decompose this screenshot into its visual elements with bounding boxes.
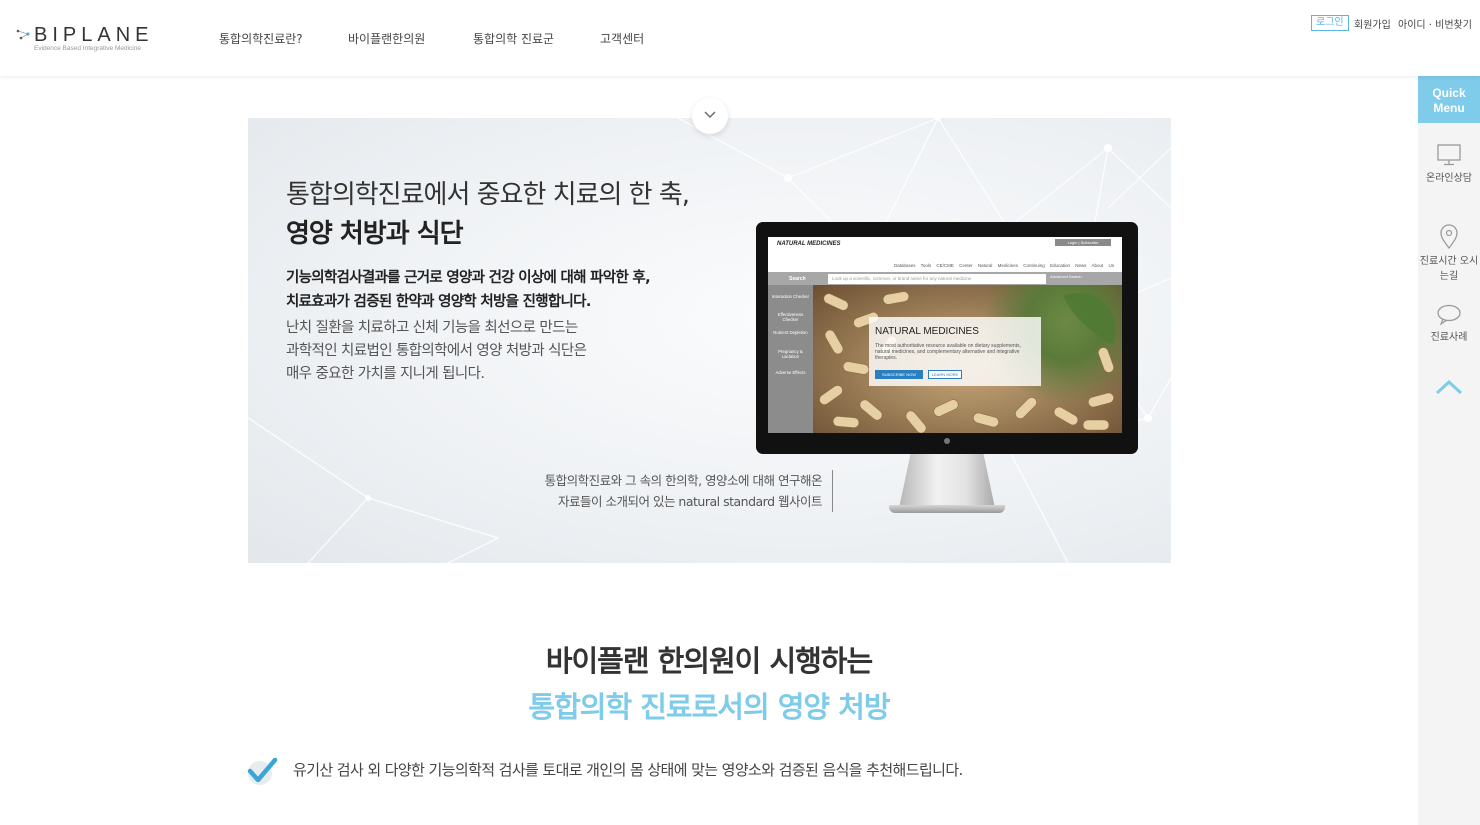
banner-title-line2: 영양 처방과 식단 (286, 219, 464, 249)
website-hero-card: NATURAL MEDICINES The most authoritative… (869, 317, 1041, 386)
website-sidebar: Interaction Checker Effectiveness Checke… (768, 285, 813, 433)
chevron-up-icon[interactable] (1435, 379, 1463, 395)
nav-item-clinic[interactable]: 바이플랜한의원 (348, 30, 425, 47)
banner-body-line: 과학적인 치료법인 통합의학에서 영양 처방과 식단은 (286, 343, 587, 359)
website-side-item: Nutrient Depletion (773, 330, 808, 335)
section-title-line1: 바이플랜 한의원이 시행하는 (545, 644, 873, 678)
website-side-item: Interaction Checker (771, 294, 810, 299)
website-learn-more-button: LEARN MORE (928, 370, 962, 379)
monitor-caption: 통합의학진료와 그 속의 한의학, 영양소에 대해 연구해온 자료들이 소개되어… (545, 470, 833, 512)
website-screenshot: NATURAL MEDICINES Login | Subscribe Data… (768, 237, 1122, 433)
quick-item-online-consult[interactable]: 온라인상담 (1418, 143, 1480, 186)
chevron-down-icon (704, 111, 716, 118)
caption-line: 자료들이 소개되어 있는 natural standard 웹사이트 (558, 494, 823, 509)
banner-body-line: 난치 질환을 치료하고 신체 기능을 최선으로 만드는 (286, 320, 578, 336)
quick-item-label: 온라인상담 (1426, 173, 1472, 184)
website-side-item: Effectiveness Checker (777, 312, 804, 322)
quick-item-cases[interactable]: 진료사례 (1418, 304, 1480, 345)
checkmark-icon (247, 757, 278, 785)
website-logo: NATURAL MEDICINES (777, 241, 841, 247)
monitor-image: NATURAL MEDICINES Login | Subscribe Data… (756, 222, 1138, 513)
location-pin-icon (1440, 224, 1458, 250)
nav-item-customer-center[interactable]: 고객센터 (600, 30, 644, 47)
quick-menu: Quick Menu 온라인상담 진료시간 오시는길 진료사례 (1418, 76, 1480, 825)
signup-link[interactable]: 회원가입 (1354, 16, 1391, 31)
banner-body-line: 매우 중요한 가치를 지니게 됩니다. (286, 366, 485, 382)
website-top-buttons: Login | Subscribe (1055, 239, 1111, 246)
banner-highlight-line: 기능의학검사결과를 근거로 영양과 건강 이상에 대해 파악한 후, (286, 270, 651, 286)
find-account-link[interactable]: 아이디 · 비번찾기 (1398, 16, 1472, 31)
nav-item-integrative-medicine[interactable]: 통합의학진료란? (219, 30, 303, 47)
quick-item-hours-location[interactable]: 진료시간 오시는길 (1418, 224, 1480, 284)
banner-body-text: 난치 질환을 치료하고 신체 기능을 최선으로 만드는 과학적인 치료법인 통합… (286, 317, 587, 386)
website-side-item: Adverse Effects (775, 370, 806, 375)
website-advanced-search: Advanced Search (1050, 274, 1082, 279)
monitor-icon (1437, 144, 1461, 166)
monitor-stand-base (889, 505, 1005, 513)
quick-menu-title[interactable]: Quick Menu (1418, 76, 1480, 123)
banner-highlight-line: 치료효과가 검증된 한약과 영양학 처방을 진행합니다. (286, 294, 591, 310)
caption-line: 통합의학진료와 그 속의 한의학, 영양소에 대해 연구해온 (544, 473, 823, 488)
speech-bubble-icon (1437, 304, 1461, 326)
quick-item-label: 진료사례 (1430, 332, 1468, 343)
website-search-label: Search (789, 276, 806, 282)
logo-text: BIPLANE (34, 24, 154, 46)
banner-highlight-text: 기능의학검사결과를 근거로 영양과 건강 이상에 대해 파악한 후, 치료효과가… (286, 266, 651, 314)
site-header: BIPLANE Evidence Based Integrative Medic… (0, 0, 1480, 76)
monitor-stand (899, 454, 995, 508)
banner-title-line1: 통합의학진료에서 중요한 치료의 한 축, (286, 180, 690, 210)
login-button[interactable]: 로그인 (1311, 15, 1349, 31)
section-title-line2: 통합의학 진료로서의 영양 처방 (528, 690, 890, 724)
website-nav: Databases Tools CE/CME Center Natural Me… (893, 263, 1114, 268)
nav-item-treatments[interactable]: 통합의학 진료군 (473, 30, 554, 47)
website-card-title: NATURAL MEDICINES (875, 326, 979, 337)
nutrition-banner: 통합의학진료에서 중요한 치료의 한 축, 영양 처방과 식단 기능의학검사결과… (248, 118, 1171, 563)
logo-subtitle: Evidence Based Integrative Medicine (34, 45, 141, 52)
website-search-input: Look up a scientific, common, or brand n… (828, 274, 1046, 284)
check-item-text: 유기산 검사 외 다양한 기능의학적 검사를 토대로 개인의 몸 상태에 맞는 … (293, 761, 963, 779)
apple-logo-icon (944, 438, 950, 444)
website-side-item: Pregnancy & Lactation (778, 349, 803, 359)
scroll-down-button[interactable] (692, 98, 728, 134)
quick-item-label: 진료시간 오시는길 (1419, 256, 1479, 282)
website-top-buttons-label: Login | Subscribe (1067, 240, 1099, 245)
logo-mark-icon (16, 29, 30, 40)
website-card-text: The most authoritative resource availabl… (875, 343, 1021, 361)
website-subscribe-button: SUBSCRIBE NOW (875, 370, 923, 379)
